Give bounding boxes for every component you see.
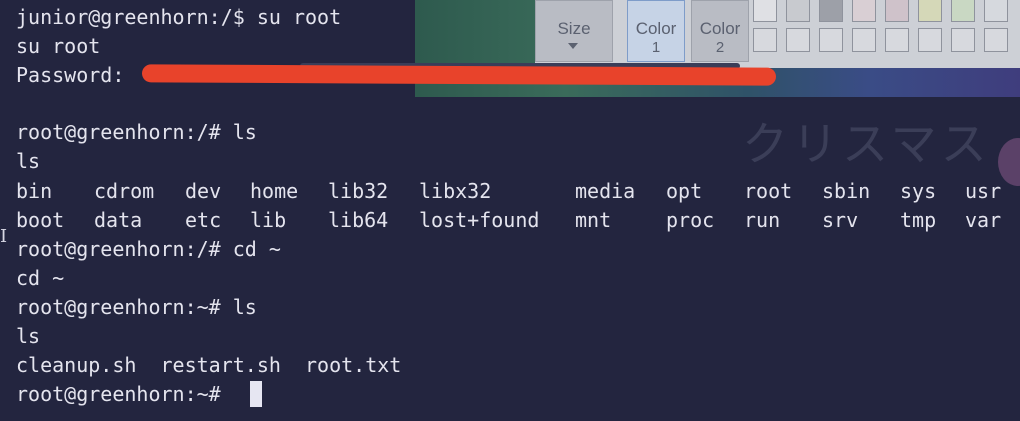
ls-entry: var — [965, 208, 1002, 232]
terminal-line: Password: — [16, 63, 125, 87]
ls-entry: root — [744, 179, 793, 203]
text-cursor — [250, 381, 262, 407]
ibeam-cursor-icon: I — [0, 226, 8, 247]
ls-entry: sys — [900, 179, 937, 203]
terminal-window[interactable]: junior@greenhorn:/$ su root su root Pass… — [0, 0, 1020, 421]
password-redaction — [141, 64, 777, 86]
ls-entry: bin — [16, 179, 53, 203]
terminal-line: ls — [16, 149, 41, 173]
ls-entry: lib32 — [328, 179, 389, 203]
ls-entry: sbin — [822, 179, 871, 203]
ls-entry: lib64 — [328, 208, 389, 232]
ls-entry: boot — [16, 208, 65, 232]
ls-entry: cdrom — [94, 179, 155, 203]
terminal-line: junior@greenhorn:/$ su root — [16, 5, 342, 29]
terminal-line: root@greenhorn:~# ls — [16, 295, 257, 319]
ls-entry: run — [744, 208, 781, 232]
ls-entry: media — [575, 179, 636, 203]
ls-entry: home — [250, 179, 299, 203]
terminal-line: root@greenhorn:/# cd ~ — [16, 237, 281, 261]
ls-entry: data — [94, 208, 143, 232]
terminal-line: ls — [16, 324, 41, 348]
terminal-line: cd ~ — [16, 266, 65, 290]
ls-entry: tmp — [900, 208, 937, 232]
terminal-line: cleanup.sh restart.sh root.txt — [16, 353, 402, 377]
ls-entry: etc — [185, 208, 222, 232]
ls-entry: lost+found — [419, 208, 540, 232]
ls-entry: usr — [965, 179, 1002, 203]
terminal-line: su root — [16, 34, 101, 58]
ls-entry: libx32 — [419, 179, 492, 203]
ls-entry: mnt — [575, 208, 612, 232]
terminal-line: root@greenhorn:/# ls — [16, 120, 257, 144]
ls-entry: dev — [185, 179, 222, 203]
ls-entry: srv — [822, 208, 859, 232]
ls-entry: lib — [250, 208, 287, 232]
terminal-prompt: root@greenhorn:~# — [16, 382, 233, 406]
ls-entry: opt — [666, 179, 703, 203]
ls-entry: proc — [666, 208, 715, 232]
